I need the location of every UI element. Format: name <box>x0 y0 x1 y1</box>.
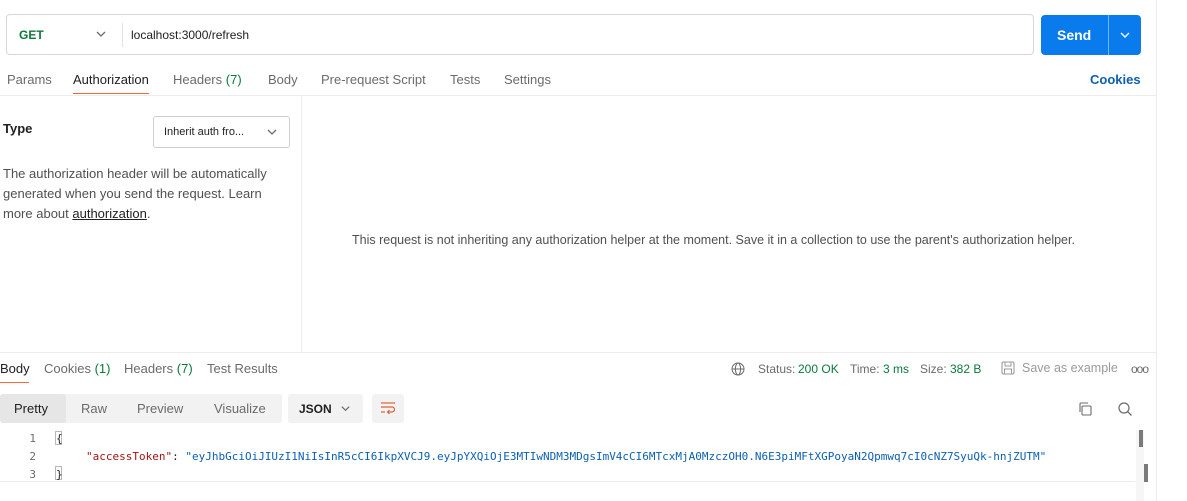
active-tab-indicator <box>73 93 149 94</box>
tab-authorization[interactable]: Authorization <box>73 72 149 87</box>
chevron-down-icon <box>341 406 350 412</box>
close-brace: } <box>56 468 63 481</box>
response-divider <box>0 352 1157 353</box>
language-select[interactable]: JSON <box>288 394 363 423</box>
scrollbar-thumb[interactable] <box>1139 430 1143 447</box>
save-icon[interactable] <box>1000 360 1016 376</box>
auth-type-label: Type <box>3 121 33 136</box>
panel-divider <box>301 96 302 352</box>
authorization-link[interactable]: authorization <box>72 206 146 221</box>
response-tab-cookies-label: Cookies <box>44 361 91 376</box>
tab-prerequest-script[interactable]: Pre-request Script <box>321 72 426 87</box>
auth-type-select[interactable]: Inherit auth fro... <box>153 116 290 148</box>
send-button[interactable]: Send <box>1041 15 1141 55</box>
tab-headers-label: Headers <box>173 72 223 87</box>
json-colon: : <box>172 450 186 463</box>
format-tab-preview[interactable]: Preview <box>137 401 183 416</box>
json-value: "eyJhbGciOiJIUzI1NiIsInR5cCI6IkpXVCJ9.ey… <box>185 450 1047 463</box>
headers-count: (7) <box>225 72 242 87</box>
tab-tests[interactable]: Tests <box>450 72 480 87</box>
copy-icon[interactable] <box>1077 401 1093 417</box>
tab-body[interactable]: Body <box>268 72 298 87</box>
response-tab-headers[interactable]: Headers (7) <box>124 361 193 376</box>
response-headers-count: (7) <box>176 361 193 376</box>
format-tab-visualize[interactable]: Visualize <box>214 401 266 416</box>
format-tab-raw[interactable]: Raw <box>81 401 107 416</box>
body-format-tabs: Pretty Raw Preview Visualize <box>0 394 282 423</box>
code-area-border <box>0 481 1135 482</box>
size-label: Size: <box>920 362 947 376</box>
time-label: Time: <box>850 362 880 376</box>
url-divider <box>122 23 123 47</box>
active-response-tab-indicator <box>0 382 29 383</box>
tab-settings[interactable]: Settings <box>504 72 551 87</box>
search-icon[interactable] <box>1117 401 1133 417</box>
window-edge <box>1156 0 1157 501</box>
line-number: 1 <box>29 432 36 445</box>
response-tab-headers-label: Headers <box>124 361 174 376</box>
auth-type-value: Inherit auth fro... <box>164 126 245 138</box>
chevron-down-icon[interactable] <box>95 28 107 40</box>
auth-description-end: . <box>146 206 151 221</box>
json-line[interactable]: "accessToken": "eyJhbGciOiJIUzI1NiIsInR5… <box>86 450 1046 463</box>
wrap-lines-button[interactable] <box>372 394 404 423</box>
response-tab-cookies[interactable]: Cookies (1) <box>44 361 110 376</box>
response-tab-test-results[interactable]: Test Results <box>207 361 278 376</box>
more-icon[interactable]: ooo <box>1131 362 1149 376</box>
open-brace: { <box>56 432 63 445</box>
send-divider <box>1108 15 1109 55</box>
url-bar: GET localhost:3000/refresh <box>6 14 1034 55</box>
time-value: 3 ms <box>883 362 910 376</box>
language-value: JSON <box>299 402 332 416</box>
line-number: 2 <box>29 450 36 463</box>
line-number: 3 <box>29 468 36 481</box>
tabs-divider <box>0 95 1157 96</box>
cookies-count: (1) <box>94 361 111 376</box>
scrollbar-thumb[interactable] <box>1144 464 1148 482</box>
tab-headers[interactable]: Headers (7) <box>173 72 242 87</box>
method-select[interactable]: GET <box>19 28 44 42</box>
save-as-example-button[interactable]: Save as example <box>1022 361 1118 375</box>
status-label: Status: <box>758 362 796 376</box>
globe-icon[interactable] <box>731 362 745 376</box>
chevron-down-icon <box>267 129 277 135</box>
response-tab-body[interactable]: Body <box>0 361 30 376</box>
json-key: "accessToken" <box>86 450 173 463</box>
format-tab-pretty[interactable]: Pretty <box>14 401 48 416</box>
cookies-link[interactable]: Cookies <box>1090 72 1141 87</box>
wrap-lines-icon <box>381 402 396 415</box>
size-value: 382 B <box>950 362 982 376</box>
auth-inherit-message: This request is not inheriting any autho… <box>352 233 1075 247</box>
url-input[interactable]: localhost:3000/refresh <box>131 28 249 42</box>
auth-description: The authorization header will be automat… <box>3 164 283 224</box>
chevron-down-icon[interactable] <box>1119 29 1131 41</box>
tab-params[interactable]: Params <box>7 72 52 87</box>
status-value: 200 OK <box>798 362 839 376</box>
send-label: Send <box>1057 27 1092 43</box>
